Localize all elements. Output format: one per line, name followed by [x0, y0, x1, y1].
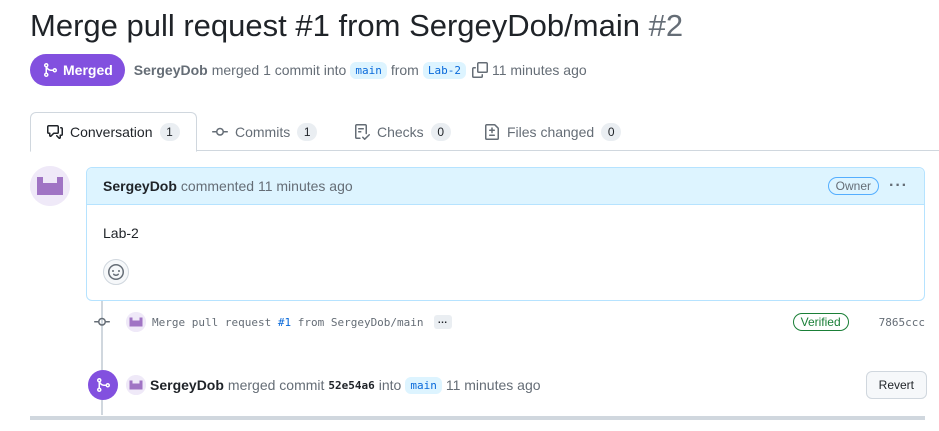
comment-box: SergeyDob commented 11 minutes ago Owner…: [86, 167, 925, 301]
merge-into-text: into: [378, 377, 402, 393]
merged-state-label: Merged: [63, 62, 113, 78]
commit-author-avatar[interactable]: [126, 312, 146, 332]
add-reaction-button[interactable]: [103, 259, 129, 285]
git-commit-icon: [94, 314, 110, 330]
tab-conversation-count: 1: [159, 123, 180, 141]
tab-files-changed-count: 0: [601, 122, 622, 141]
merged-text: merged 1 commit into: [211, 62, 347, 78]
smiley-icon: [108, 264, 124, 280]
tab-commits-label: Commits: [235, 123, 291, 140]
pr-number: #2: [648, 8, 684, 43]
comment-body: Lab-2: [103, 225, 139, 241]
pr-title: Merge pull request #1 from SergeyDob/mai…: [30, 8, 683, 44]
commit-message[interactable]: Merge pull request #1 from SergeyDob/mai…: [152, 316, 424, 329]
merged-state-badge: Merged: [30, 54, 125, 86]
tab-checks-count: 0: [430, 122, 451, 141]
merge-branch[interactable]: main: [405, 376, 442, 394]
pr-meta: Merged SergeyDob merged 1 commit into ma…: [30, 54, 587, 86]
merge-commit-sha[interactable]: 52e54a6: [328, 379, 374, 392]
pr-time[interactable]: 11 minutes ago: [492, 62, 587, 78]
timeline-bottom-divider: [30, 416, 925, 420]
tab-files-changed-label: Files changed: [507, 123, 595, 140]
comment-action: commented 11 minutes ago: [180, 178, 353, 194]
owner-badge: Owner: [827, 177, 880, 195]
merge-time[interactable]: 11 minutes ago: [446, 377, 541, 393]
comment-header: SergeyDob commented 11 minutes ago Owner…: [87, 168, 924, 205]
pr-author-link[interactable]: SergeyDob: [134, 62, 208, 78]
comment-discussion-icon: [47, 125, 63, 139]
git-merge-icon: [44, 63, 58, 77]
git-merge-icon: [88, 370, 118, 400]
tab-checks[interactable]: Checks 0: [338, 112, 467, 151]
file-diff-icon: [485, 123, 499, 140]
avatar[interactable]: [30, 166, 70, 206]
merge-author-avatar[interactable]: [126, 375, 146, 395]
commit-sha-link[interactable]: 7865ccc: [879, 316, 925, 329]
comment-author[interactable]: SergeyDob: [103, 178, 177, 194]
tab-commits[interactable]: Commits 1: [196, 112, 333, 151]
tab-files-changed[interactable]: Files changed 0: [468, 112, 637, 151]
timeline-commit-row: Merge pull request #1 from SergeyDob/mai…: [94, 311, 925, 333]
head-branch[interactable]: Lab-2: [422, 61, 466, 79]
commit-pr-link[interactable]: #1: [278, 316, 291, 329]
tab-checks-label: Checks: [377, 123, 424, 140]
copy-icon[interactable]: [471, 62, 488, 78]
pr-title-text: Merge pull request #1 from SergeyDob/mai…: [30, 8, 640, 43]
kebab-horizontal-icon[interactable]: ···: [889, 177, 908, 195]
tab-conversation[interactable]: Conversation 1: [30, 112, 197, 152]
base-branch[interactable]: main: [350, 61, 387, 79]
verified-badge[interactable]: Verified: [792, 313, 849, 331]
identicon-icon: [30, 166, 70, 206]
timeline-merge-event: SergeyDob merged commit 52e54a6 into mai…: [88, 370, 927, 400]
tab-commits-count: 1: [297, 122, 318, 141]
revert-button[interactable]: Revert: [865, 371, 927, 399]
merge-action: merged commit: [227, 377, 325, 393]
commit-message-suffix: from SergeyDob/main: [291, 315, 424, 329]
pr-tabs: Conversation 1 Commits 1 Checks 0 Files …: [30, 112, 939, 152]
from-text: from: [390, 62, 419, 78]
checklist-icon: [355, 123, 370, 140]
tab-conversation-label: Conversation: [70, 124, 153, 140]
expand-commit-button[interactable]: …: [433, 315, 452, 329]
merge-author[interactable]: SergeyDob: [150, 377, 224, 393]
commit-message-prefix: Merge pull request: [152, 315, 278, 329]
git-commit-icon: [212, 127, 228, 136]
